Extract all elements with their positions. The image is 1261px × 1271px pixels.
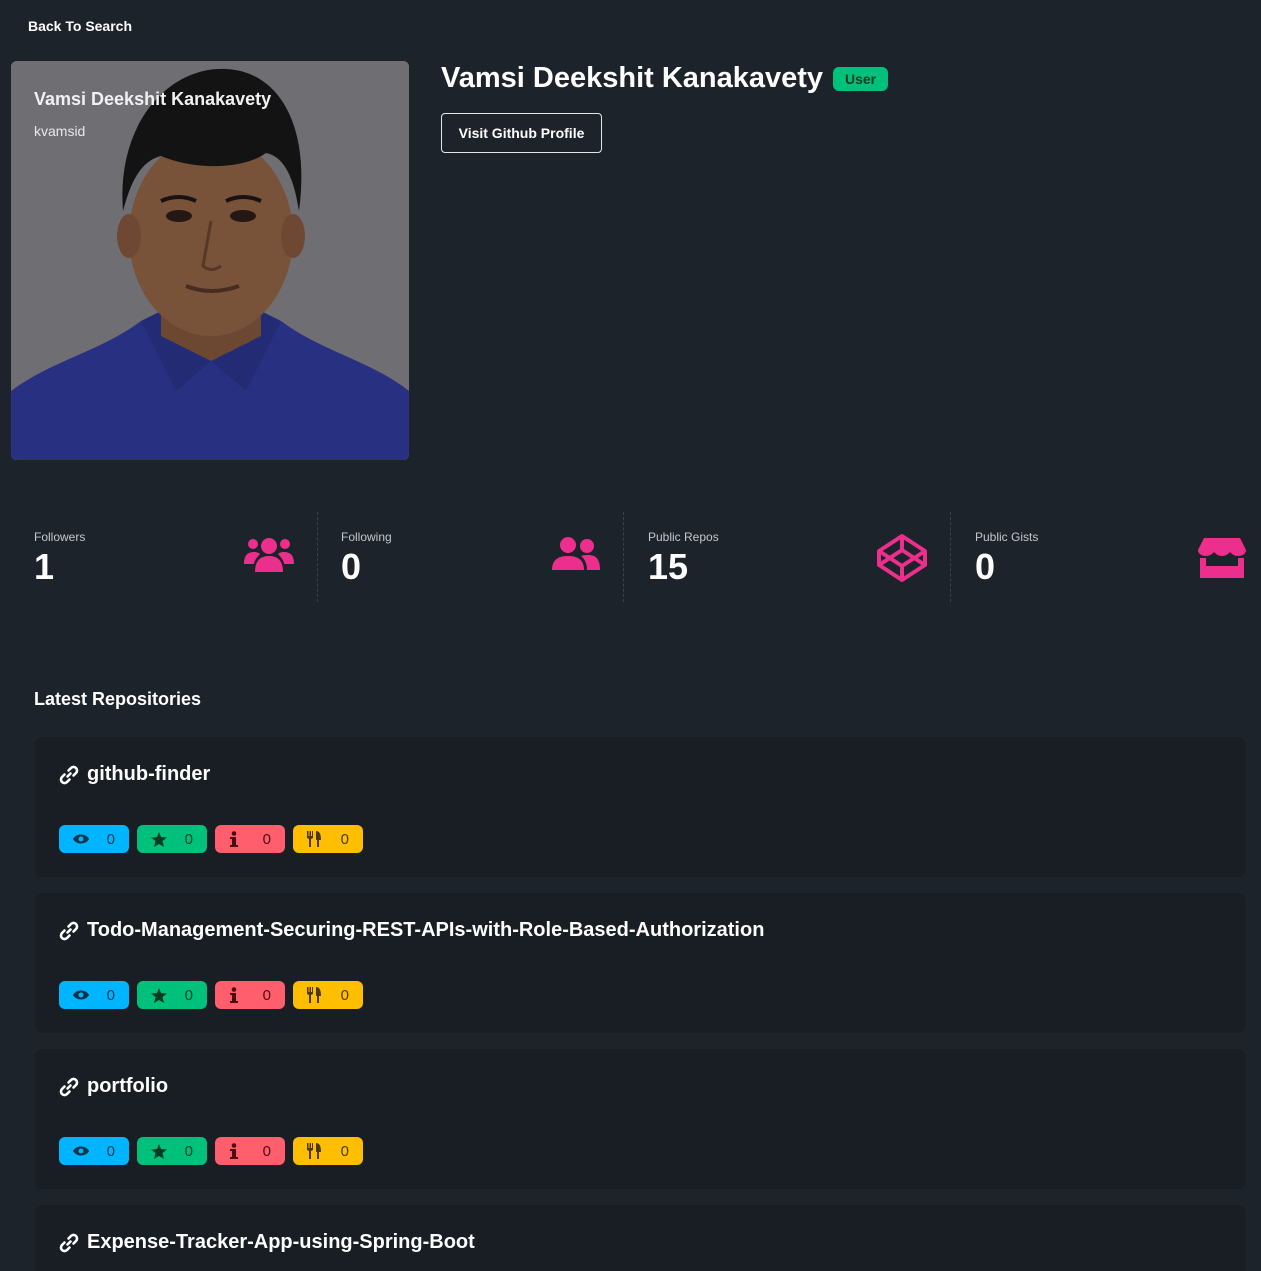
issues-count: 0 [262,986,271,1004]
repo-badges: 0 0 0 0 [59,1137,363,1165]
user-type-badge: User [833,67,889,91]
stat-label: Public Gists [975,530,1039,544]
photo-caption-name: Vamsi Deekshit Kanakavety [34,89,272,109]
codepen-icon [877,534,927,582]
forks-badge: 0 [293,1137,363,1165]
star-icon [151,987,167,1003]
forks-count: 0 [340,986,349,1004]
back-to-search-link[interactable]: Back To Search [28,18,132,34]
repo-card: Expense-Tracker-App-using-Spring-Boot [35,1205,1246,1271]
info-icon [230,987,238,1003]
watchers-count: 0 [106,986,115,1004]
stat-value: 0 [341,546,362,587]
store-icon [1198,538,1246,578]
info-icon [230,831,238,847]
eye-icon [73,1146,89,1156]
info-icon [230,1143,238,1159]
photo-caption-login: kvamsid [34,123,86,139]
stat-public-gists: Public Gists 0 [951,512,1251,602]
stars-badge: 0 [137,981,207,1009]
eye-icon [73,834,89,844]
users-icon [244,538,294,572]
repo-name: Expense-Tracker-App-using-Spring-Boot [87,1231,475,1253]
issues-badge: 0 [215,981,285,1009]
stat-label: Followers [34,530,86,544]
link-icon [59,765,79,784]
watchers-count: 0 [106,830,115,848]
stars-count: 0 [184,1142,193,1160]
forks-count: 0 [340,830,349,848]
stat-value: 15 [648,546,689,587]
stat-value: 1 [34,546,55,587]
link-icon [59,1077,79,1096]
stat-label: Public Repos [648,530,719,544]
repo-link[interactable]: github-finder [59,763,210,786]
repo-link[interactable]: Todo-Management-Securing-REST-APIs-with-… [59,919,764,942]
watchers-count: 0 [106,1142,115,1160]
profile-photo-card: Vamsi Deekshit Kanakavety kvamsid [11,61,409,460]
star-icon [151,831,167,847]
stars-count: 0 [184,986,193,1004]
utensils-icon [307,987,321,1003]
stars-badge: 0 [137,1137,207,1165]
repo-badges: 0 0 0 0 [59,825,363,853]
link-icon [59,921,79,940]
eye-icon [73,990,89,1000]
watchers-badge: 0 [59,981,129,1009]
stat-followers: Followers 1 [11,512,317,602]
stat-label: Following [341,530,392,544]
watchers-badge: 0 [59,1137,129,1165]
user-friends-icon [552,537,600,570]
repo-link[interactable]: Expense-Tracker-App-using-Spring-Boot [59,1231,475,1254]
issues-count: 0 [262,830,271,848]
stat-following: Following 0 [318,512,624,602]
forks-badge: 0 [293,825,363,853]
stat-value: 0 [975,546,996,587]
issues-badge: 0 [215,1137,285,1165]
stat-public-repos: Public Repos 15 [624,512,950,602]
issues-count: 0 [262,1142,271,1160]
repo-card: github-finder 0 0 0 0 [35,737,1246,877]
visit-github-profile-button[interactable]: Visit Github Profile [441,113,602,153]
stars-count: 0 [184,830,193,848]
repo-link[interactable]: portfolio [59,1075,168,1098]
latest-repositories-heading: Latest Repositories [34,689,202,709]
repo-name: portfolio [87,1075,169,1097]
stars-badge: 0 [137,825,207,853]
forks-badge: 0 [293,981,363,1009]
issues-badge: 0 [215,825,285,853]
repo-badges: 0 0 0 0 [59,981,363,1009]
utensils-icon [307,831,321,847]
utensils-icon [307,1143,321,1159]
profile-name: Vamsi Deekshit Kanakavety [441,62,824,94]
star-icon [151,1143,167,1159]
photo-overlay [11,61,409,460]
stats-bar: Followers 1 Following 0 Public Repos 15 [11,512,1251,602]
watchers-badge: 0 [59,825,129,853]
repo-card: Todo-Management-Securing-REST-APIs-with-… [35,893,1246,1033]
repo-card: portfolio 0 0 0 0 [35,1049,1246,1189]
repo-name: github-finder [87,763,211,785]
link-icon [59,1233,79,1252]
repo-name: Todo-Management-Securing-REST-APIs-with-… [87,919,765,941]
forks-count: 0 [340,1142,349,1160]
